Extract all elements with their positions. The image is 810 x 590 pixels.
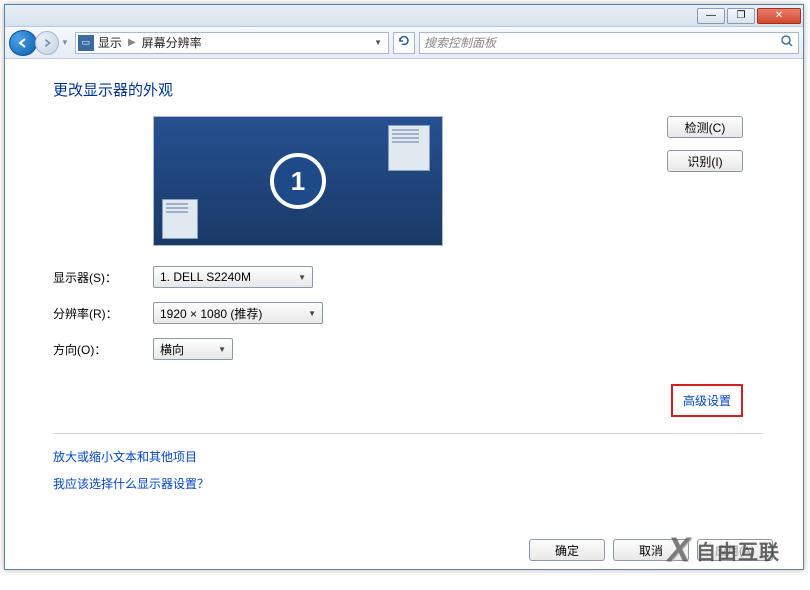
back-button[interactable] (9, 30, 37, 56)
search-icon (780, 34, 794, 51)
address-bar[interactable]: ▭ 显示 ▶ 屏幕分辨率 ▼ (75, 32, 389, 54)
orientation-value: 横向 (160, 341, 184, 358)
detect-button[interactable]: 检测(C) (667, 116, 743, 138)
chevron-down-icon: ▼ (218, 345, 226, 354)
address-dropdown-icon[interactable]: ▼ (370, 38, 386, 47)
maximize-button[interactable]: ❐ (727, 8, 755, 24)
close-button[interactable]: ✕ (757, 8, 801, 24)
display-label: 显示器(S)： (53, 269, 153, 286)
control-panel-window: — ❐ ✕ ▼ ▭ 显示 ▶ 屏幕分辨率 ▼ (4, 4, 804, 570)
refresh-icon (398, 35, 410, 50)
chevron-down-icon: ▼ (298, 273, 306, 282)
search-placeholder: 搜索控制面板 (424, 34, 496, 51)
maximize-icon: ❐ (737, 10, 746, 21)
resolution-value: 1920 × 1080 (推荐) (160, 305, 262, 322)
cancel-button[interactable]: 取消 (613, 539, 689, 561)
divider (53, 433, 763, 434)
orientation-row: 方向(O)： 横向 ▼ (53, 338, 763, 360)
chevron-down-icon: ▼ (308, 309, 316, 318)
text-size-link[interactable]: 放大或缩小文本和其他项目 (53, 448, 763, 465)
resolution-row: 分辨率(R)： 1920 × 1080 (推荐) ▼ (53, 302, 763, 324)
nav-button-group: ▼ (9, 30, 69, 56)
orientation-select[interactable]: 横向 ▼ (153, 338, 233, 360)
nav-history-dropdown[interactable]: ▼ (61, 38, 69, 47)
preview-side-buttons: 检测(C) 识别(I) (667, 116, 743, 172)
back-arrow-icon (17, 37, 29, 49)
close-icon: ✕ (775, 10, 783, 21)
control-panel-icon: ▭ (78, 35, 94, 51)
display-row: 显示器(S)： 1. DELL S2240M ▼ (53, 266, 763, 288)
breadcrumb-item-resolution[interactable]: 屏幕分辨率 (142, 34, 202, 51)
minimize-icon: — (706, 10, 716, 21)
titlebar: — ❐ ✕ (5, 5, 803, 27)
breadcrumb: 显示 ▶ 屏幕分辨率 (98, 34, 370, 51)
advanced-highlight-box: 高级设置 (671, 384, 743, 417)
orientation-label: 方向(O)： (53, 341, 153, 358)
apply-button[interactable]: 应用(A) (697, 539, 773, 561)
preview-window-bottom-left (162, 199, 198, 239)
which-settings-link[interactable]: 我应该选择什么显示器设置？ (53, 475, 763, 492)
identify-button[interactable]: 识别(I) (667, 150, 743, 172)
help-links: 放大或缩小文本和其他项目 我应该选择什么显示器设置？ (53, 448, 763, 492)
monitor-badge: 1 (270, 153, 326, 209)
search-input[interactable]: 搜索控制面板 (419, 32, 799, 54)
navigation-bar: ▼ ▭ 显示 ▶ 屏幕分辨率 ▼ 搜索控制面板 (5, 27, 803, 59)
page-title: 更改显示器的外观 (53, 79, 763, 100)
content-area: 更改显示器的外观 1 检测(C) 识别(I) 显示器(S)： 1 (5, 59, 803, 525)
monitor-number: 1 (291, 166, 305, 197)
advanced-row: 高级设置 (53, 384, 763, 417)
display-value: 1. DELL S2240M (160, 270, 251, 284)
display-preview-row: 1 检测(C) 识别(I) (53, 116, 763, 246)
chevron-right-icon: ▶ (128, 37, 136, 48)
display-preview[interactable]: 1 (153, 116, 443, 246)
refresh-button[interactable] (393, 32, 415, 54)
forward-button[interactable] (35, 31, 59, 55)
footer-buttons: 确定 取消 应用(A) (529, 539, 773, 561)
resolution-select[interactable]: 1920 × 1080 (推荐) ▼ (153, 302, 323, 324)
advanced-settings-link[interactable]: 高级设置 (683, 394, 731, 408)
display-select[interactable]: 1. DELL S2240M ▼ (153, 266, 313, 288)
ok-button[interactable]: 确定 (529, 539, 605, 561)
resolution-label: 分辨率(R)： (53, 305, 153, 322)
forward-arrow-icon (42, 38, 52, 48)
breadcrumb-item-display[interactable]: 显示 (98, 34, 122, 51)
minimize-button[interactable]: — (697, 8, 725, 24)
preview-window-top-right (388, 125, 430, 171)
